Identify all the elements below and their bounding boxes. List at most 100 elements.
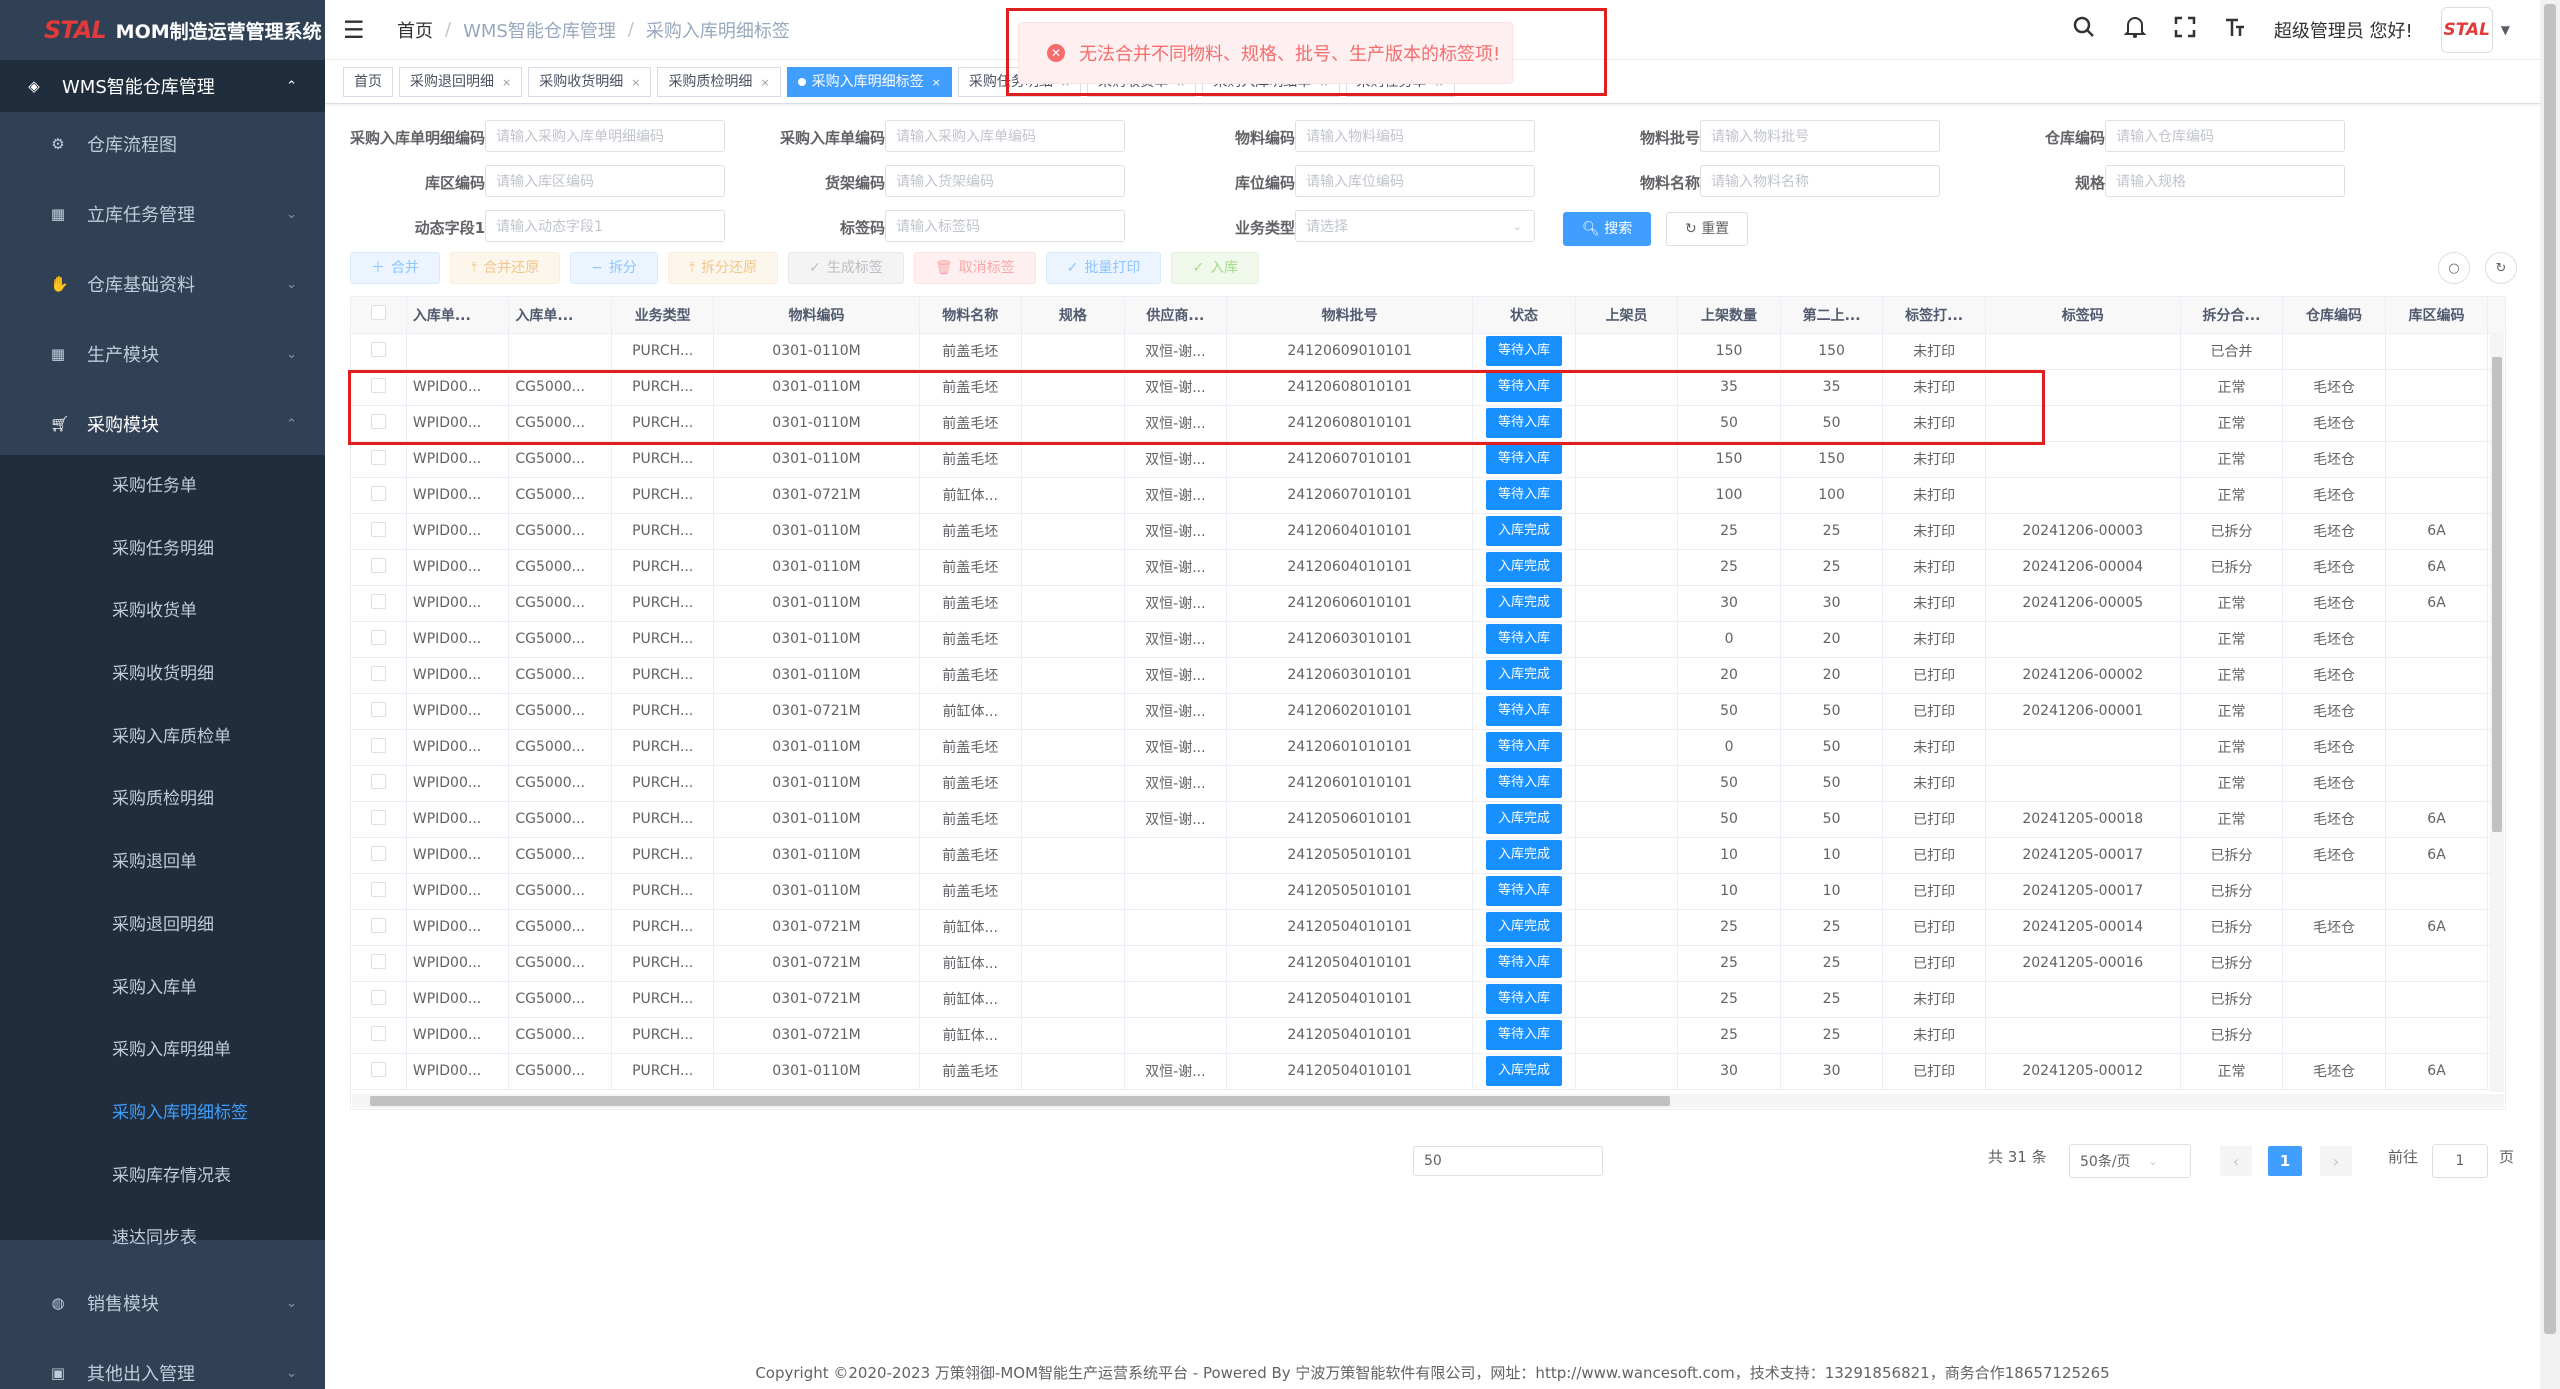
row-select-cell[interactable] [351,405,407,442]
tag-5[interactable]: 采购入库明细标签 × [786,66,952,97]
table-row[interactable]: WPID00... CG5000... PURCH... 0301-0721M 前缸体.… [351,945,2505,982]
row-checkbox[interactable] [370,665,386,681]
status-badge[interactable]: 入库完成 [1485,840,1562,870]
select-all-cell[interactable] [351,297,407,334]
status-badge[interactable]: 入库完成 [1485,1056,1562,1086]
prev-page-button[interactable]: ‹ [2220,1146,2252,1176]
menu-1[interactable]: ⚙ 仓库流程图 [0,113,325,175]
row-select-cell[interactable] [351,441,407,478]
fullscreen-icon[interactable] [2174,16,2196,44]
font-size-icon[interactable] [2224,16,2246,44]
row-checkbox[interactable] [370,449,386,465]
table-row[interactable]: WPID00... CG5000... PURCH... 0301-0110M 前盖毛坯… [351,585,2505,622]
column-header[interactable]: 货架 [2487,297,2505,334]
row-checkbox[interactable] [370,845,386,861]
field-input-12[interactable]: 请输入标签码 [885,210,1125,242]
row-checkbox[interactable] [370,881,386,897]
row-select-cell[interactable] [351,1017,407,1054]
hamburger-icon[interactable]: ☰ [343,16,371,44]
table-row[interactable]: WPID00... CG5000... PURCH... 0301-0110M 前盖毛坯… [351,657,2505,694]
row-checkbox[interactable] [370,593,386,609]
generate-label-button[interactable]: ✓ 生成标签 [788,252,904,284]
status-badge[interactable]: 等待入库 [1485,732,1562,762]
sidebar-item-5[interactable]: 采购入库质检单 [0,706,325,769]
goto-value-input[interactable]: 50 [1413,1146,1603,1176]
status-badge[interactable]: 等待入库 [1485,408,1562,438]
sidebar-item-2[interactable]: 采购任务明细 [0,518,325,581]
menu-2[interactable]: ▦ 立库任务管理 ⌄ [0,183,325,245]
row-checkbox[interactable] [370,557,386,573]
column-header[interactable]: 状态 [1472,297,1576,334]
column-header[interactable]: 规格 [1021,297,1125,334]
menu-3[interactable]: ✋ 仓库基础资料 ⌄ [0,253,325,315]
field-input-1[interactable]: 请输入采购入库单明细编码 [485,120,725,152]
merge-restore-button[interactable]: ⤒ 合并还原 [450,252,561,284]
column-header[interactable]: 物料批号 [1226,297,1474,334]
page-scrollbar[interactable] [2540,0,2560,1389]
row-select-cell[interactable] [351,477,407,514]
field-input-5[interactable]: 请输入仓库编码 [2105,120,2345,152]
row-checkbox[interactable] [370,341,386,357]
row-select-cell[interactable] [351,621,407,658]
status-badge[interactable]: 等待入库 [1485,1020,1562,1050]
status-badge[interactable]: 入库完成 [1485,912,1562,942]
bell-icon[interactable] [2123,15,2147,45]
table-vertical-scrollbar[interactable] [2490,332,2504,1092]
row-checkbox[interactable] [370,629,386,645]
status-badge[interactable]: 入库完成 [1485,588,1562,618]
row-checkbox[interactable] [370,737,386,753]
select-all-checkbox[interactable] [370,305,386,321]
column-header[interactable]: 入库单... [406,297,510,334]
menu-wms[interactable]: ◈ WMS智能仓库管理 ⌃ [0,60,325,112]
status-badge[interactable]: 等待入库 [1485,696,1562,726]
sidebar-item-8[interactable]: 采购退回明细 [0,894,325,957]
sidebar-item-10[interactable]: 采购入库明细单 [0,1019,325,1082]
row-select-cell[interactable] [351,729,407,766]
sidebar-item-1[interactable]: 采购任务单 [0,455,325,518]
row-checkbox[interactable] [370,377,386,393]
close-icon[interactable]: × [502,76,511,89]
search-icon[interactable] [2072,15,2096,45]
table-row[interactable]: WPID00... CG5000... PURCH... 0301-0110M 前盖毛坯… [351,837,2505,874]
status-badge[interactable]: 入库完成 [1485,804,1562,834]
table-row[interactable]: WPID00... CG5000... PURCH... 0301-0110M 前盖毛坯… [351,405,2505,442]
menu-bottom-2[interactable]: ▣ 其他出入管理 ⌄ [0,1342,325,1389]
table-row[interactable]: WPID00... CG5000... PURCH... 0301-0110M 前盖毛坯… [351,441,2505,478]
field-input-10[interactable]: 请输入规格 [2105,165,2345,197]
row-select-cell[interactable] [351,873,407,910]
row-select-cell[interactable] [351,657,407,694]
table-horizontal-scrollbar[interactable] [352,1094,2504,1108]
page-1-button[interactable]: 1 [2268,1146,2302,1176]
table-row[interactable]: PURCH... 0301-0110M 前盖毛坯 双恒-谢... 24120609010… [351,333,2505,370]
field-input-11[interactable]: 请输入动态字段1 [485,210,725,242]
field-input-6[interactable]: 请输入库区编码 [485,165,725,197]
row-checkbox[interactable] [370,485,386,501]
close-icon[interactable]: × [932,76,941,89]
sidebar-item-9[interactable]: 采购入库单 [0,957,325,1020]
page-size-select[interactable]: 50条/页 ⌄ [2069,1144,2191,1178]
batch-print-button[interactable]: ✓ 批量打印 [1045,252,1162,284]
search-button[interactable]: 🔍︎ 搜索 [1563,212,1652,246]
cancel-label-button[interactable]: 🗑︎ 取消标签 [913,252,1036,284]
status-badge[interactable]: 等待入库 [1485,984,1562,1014]
column-header[interactable]: 库区编码 [2385,297,2489,334]
row-checkbox[interactable] [370,809,386,825]
status-badge[interactable]: 等待入库 [1485,876,1562,906]
status-badge[interactable]: 入库完成 [1485,516,1562,546]
sidebar-item-12[interactable]: 采购库存情况表 [0,1145,325,1208]
row-checkbox[interactable] [370,773,386,789]
close-icon[interactable]: × [631,76,640,89]
menu-5[interactable]: 🛒︎ 采购模块 ⌃ [0,393,325,455]
row-select-cell[interactable] [351,945,407,982]
column-header[interactable]: 物料名称 [919,297,1023,334]
table-row[interactable]: WPID00... CG5000... PURCH... 0301-0721M 前缸体.… [351,477,2505,514]
field-input-2[interactable]: 请输入采购入库单编码 [885,120,1125,152]
row-select-cell[interactable] [351,981,407,1018]
column-header[interactable]: 物料编码 [713,297,920,334]
table-row[interactable]: WPID00... CG5000... PURCH... 0301-0110M 前盖毛坯… [351,1053,2505,1090]
toggle-search-button[interactable]: ○ [2438,252,2470,284]
row-checkbox[interactable] [370,989,386,1005]
row-checkbox[interactable] [370,701,386,717]
status-badge[interactable]: 等待入库 [1485,444,1562,474]
split-button[interactable]: − 拆分 [570,252,658,284]
